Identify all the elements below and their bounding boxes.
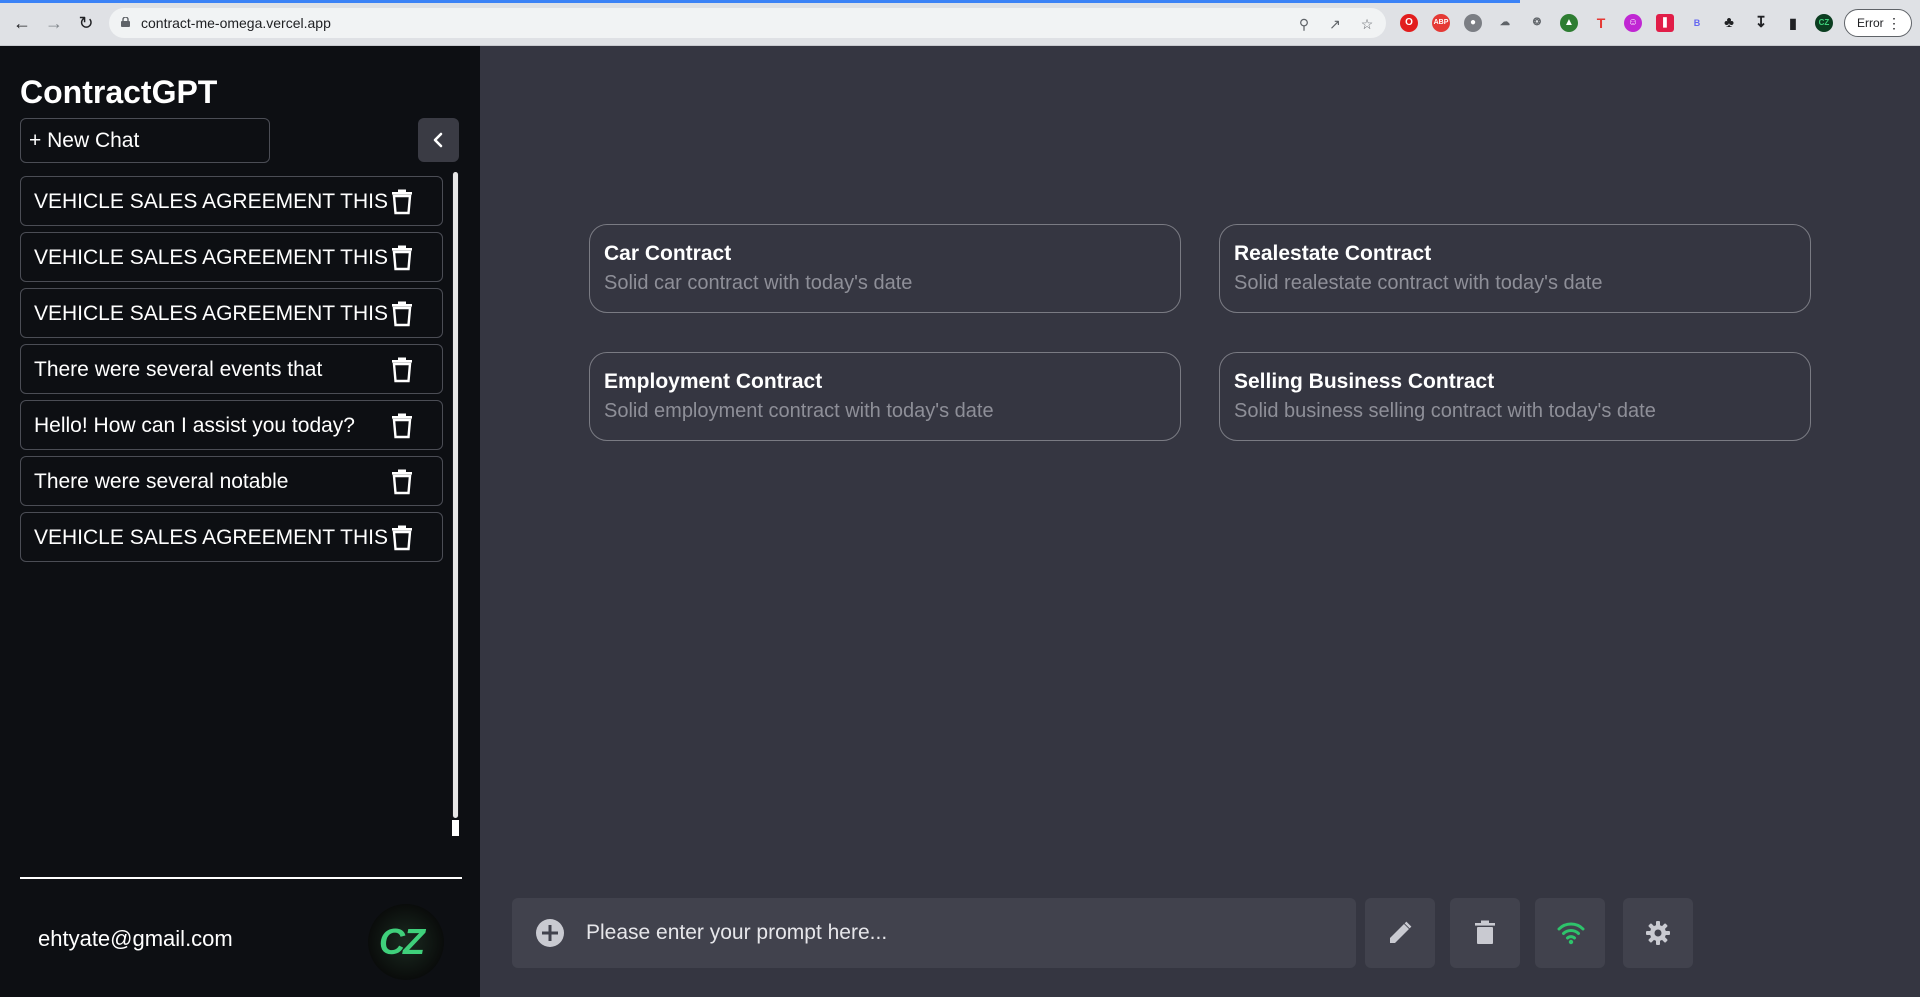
suggestion-card-selling-business-contract[interactable]: Selling Business Contract Solid business…: [1219, 352, 1811, 441]
bookmark-star-icon[interactable]: ☆: [1358, 15, 1376, 33]
collapse-sidebar-button[interactable]: [418, 118, 459, 162]
card-title: Employment Contract: [604, 370, 823, 393]
chat-history-item[interactable]: VEHICLE SALES AGREEMENT THIS: [20, 232, 443, 282]
card-title: Selling Business Contract: [1234, 370, 1495, 393]
lock-icon: [121, 17, 130, 27]
gear-icon: [1646, 921, 1670, 945]
t-extension-icon[interactable]: T: [1592, 14, 1610, 32]
tree-extension-icon[interactable]: ▲: [1560, 14, 1578, 32]
cloud-extension-icon[interactable]: ☁: [1496, 14, 1514, 32]
card-subtitle: Solid business selling contract with tod…: [1234, 400, 1656, 422]
trash-icon: [1475, 920, 1495, 944]
suggestion-card-realestate-contract[interactable]: Realestate Contract Solid realestate con…: [1219, 224, 1811, 313]
app-title: ContractGPT: [20, 74, 218, 110]
url-text: contract-me-omega.vercel.app: [141, 15, 331, 31]
chat-title: Hello! How can I assist you today?: [34, 414, 355, 437]
more-menu-icon[interactable]: ⋮: [1887, 10, 1901, 36]
side-panel-icon[interactable]: ▮: [1784, 14, 1802, 32]
trash-icon[interactable]: [391, 469, 413, 495]
chat-history-item[interactable]: Hello! How can I assist you today?: [20, 400, 443, 450]
profile-error-button[interactable]: Error ⋮: [1844, 9, 1912, 37]
chat-title: VEHICLE SALES AGREEMENT THIS: [34, 190, 389, 213]
main-panel: Car Contract Solid car contract with tod…: [480, 46, 1920, 997]
card-title: Realestate Contract: [1234, 242, 1432, 265]
sidebar-divider: [20, 877, 462, 879]
chat-history-item[interactable]: VEHICLE SALES AGREEMENT THIS: [20, 176, 443, 226]
purple-extension-icon[interactable]: ☺: [1624, 14, 1642, 32]
prompt-input[interactable]: [586, 912, 1326, 954]
puzzle-extensions-icon[interactable]: ♣: [1720, 14, 1738, 32]
chat-title: There were several notable: [34, 470, 289, 493]
b-extension-icon[interactable]: B: [1688, 14, 1706, 32]
avatar-initials: CZ: [379, 921, 425, 962]
settings-button[interactable]: [1623, 898, 1693, 968]
chevron-left-icon: [433, 132, 443, 148]
trash-icon[interactable]: [391, 301, 413, 327]
trash-icon[interactable]: [391, 189, 413, 215]
trash-icon[interactable]: [391, 525, 413, 551]
user-email: ehtyate@gmail.com: [38, 926, 233, 951]
back-arrow-icon[interactable]: ←: [10, 11, 34, 35]
card-subtitle: Solid employment contract with today's d…: [604, 400, 994, 422]
chat-history-list: VEHICLE SALES AGREEMENT THIS VEHICLE SAL…: [20, 176, 443, 568]
trash-icon[interactable]: [391, 357, 413, 383]
chat-history-item[interactable]: There were several notable: [20, 456, 443, 506]
pencil-icon: [1390, 921, 1412, 943]
card-subtitle: Solid realestate contract with today's d…: [1234, 272, 1603, 294]
new-chat-button[interactable]: + New Chat: [20, 118, 270, 163]
card-subtitle: Solid car contract with today's date: [604, 272, 913, 294]
chat-list-scrollbar-thumb[interactable]: [453, 172, 458, 818]
browser-toolbar: ← → ↻ contract-me-omega.vercel.app ⚲ ↗ ☆…: [0, 0, 1920, 46]
edit-button[interactable]: [1365, 898, 1435, 968]
chat-history-item[interactable]: VEHICLE SALES AGREEMENT THIS: [20, 288, 443, 338]
chat-history-item[interactable]: VEHICLE SALES AGREEMENT THIS: [20, 512, 443, 562]
page-loading-bar: [0, 0, 1520, 3]
suggestion-card-car-contract[interactable]: Car Contract Solid car contract with tod…: [589, 224, 1181, 313]
clear-chat-button[interactable]: [1450, 898, 1520, 968]
chat-title: VEHICLE SALES AGREEMENT THIS: [34, 302, 389, 325]
profile-avatar-icon[interactable]: CZ: [1815, 14, 1833, 32]
trash-icon[interactable]: [391, 413, 413, 439]
error-label: Error: [1857, 16, 1884, 30]
address-bar[interactable]: contract-me-omega.vercel.app ⚲ ↗ ☆: [109, 8, 1386, 38]
red-square-extension-icon[interactable]: ❚: [1656, 14, 1674, 32]
user-avatar[interactable]: CZ: [368, 904, 444, 980]
trash-icon[interactable]: [391, 245, 413, 271]
add-circle-icon[interactable]: [534, 917, 566, 949]
connection-status-button[interactable]: [1535, 898, 1605, 968]
prompt-bar: [512, 898, 1356, 968]
download-icon[interactable]: ↧: [1752, 14, 1770, 32]
chat-title: VEHICLE SALES AGREEMENT THIS: [34, 246, 389, 269]
adblock-extension-icon[interactable]: ABP: [1432, 14, 1450, 32]
zoom-icon[interactable]: ⚲: [1295, 15, 1313, 33]
reload-icon[interactable]: ↻: [74, 11, 98, 35]
opera-extension-icon[interactable]: O: [1400, 14, 1418, 32]
suggestion-card-employment-contract[interactable]: Employment Contract Solid employment con…: [589, 352, 1181, 441]
forward-arrow-icon[interactable]: →: [42, 11, 66, 35]
circle-extension-icon[interactable]: ●: [1464, 14, 1482, 32]
wifi-icon: [1557, 922, 1585, 945]
chat-history-item[interactable]: There were several events that: [20, 344, 443, 394]
sidebar: ContractGPT + New Chat VEHICLE SALES AGR…: [0, 46, 480, 997]
share-icon[interactable]: ↗: [1326, 15, 1344, 33]
card-title: Car Contract: [604, 242, 732, 265]
scrollbar-end-marker: [452, 820, 459, 836]
bug-extension-icon[interactable]: ❂: [1528, 14, 1546, 32]
chat-title: There were several events that: [34, 358, 323, 381]
chat-title: VEHICLE SALES AGREEMENT THIS: [34, 526, 389, 549]
